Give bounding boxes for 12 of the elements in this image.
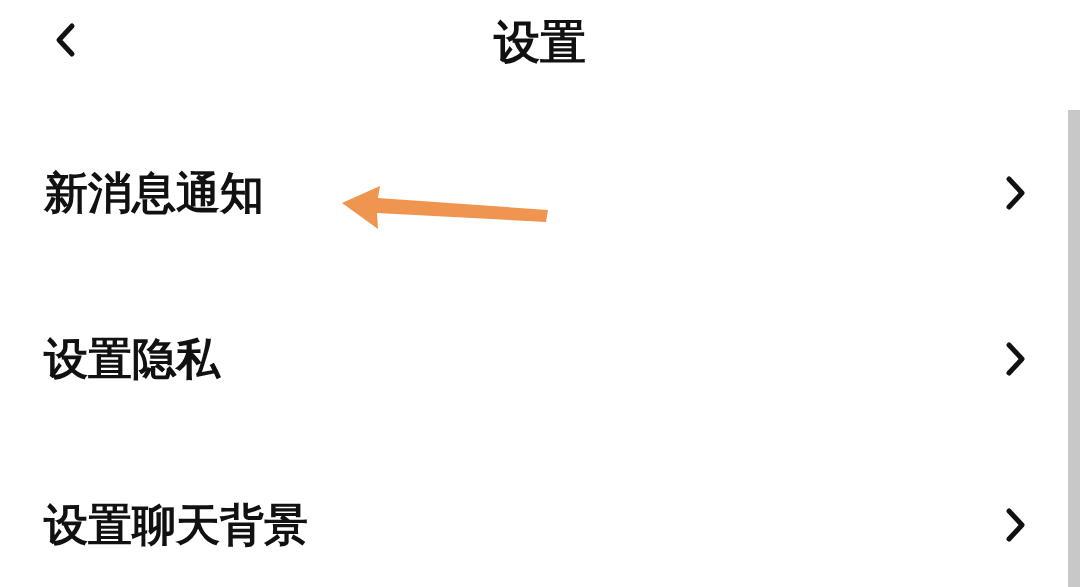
settings-item[interactable]: 设置隐私: [0, 276, 1066, 442]
chevron-right-icon: [1004, 175, 1026, 211]
item-label: 设置隐私: [44, 331, 220, 386]
settings-item[interactable]: 新消息通知: [0, 110, 1066, 276]
scrollbar[interactable]: [1068, 110, 1080, 587]
chevron-right-icon: [1004, 341, 1026, 377]
settings-item[interactable]: 设置聊天背景: [0, 442, 1066, 587]
page-title: 设置: [494, 14, 586, 71]
chevron-right-icon: [1004, 507, 1026, 543]
item-label: 设置聊天背景: [44, 497, 308, 552]
item-label: 新消息通知: [44, 165, 264, 220]
back-icon: [55, 22, 77, 58]
